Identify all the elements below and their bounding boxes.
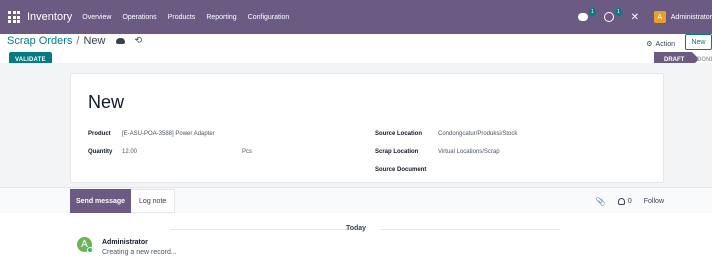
app-name[interactable]: Inventory (27, 11, 72, 23)
form-sheet-background: New Product [E-ASU-POA-3588] Power Adapt… (0, 63, 712, 188)
form-sheet: New Product [E-ASU-POA-3588] Power Adapt… (70, 73, 664, 183)
user-icon (617, 197, 625, 205)
source-document-label: Source Document (375, 167, 427, 173)
chatter-toolbar: Send message Log note 📎 0 Follow (70, 189, 664, 213)
menu-item-products[interactable]: Products (168, 14, 196, 21)
user-avatar[interactable]: A (653, 11, 666, 23)
menu-item-configuration[interactable]: Configuration (248, 14, 290, 21)
menu-item-overview[interactable]: Overview (82, 14, 111, 21)
message-author[interactable]: Administrator (102, 239, 148, 246)
menu-item-reporting[interactable]: Reporting (206, 14, 236, 21)
chatter-actions: 📎 0 Follow (596, 189, 664, 213)
main-menu: Overview Operations Products Reporting C… (82, 14, 289, 21)
save-cloud-icon[interactable] (115, 37, 125, 44)
breadcrumb-scrap-orders[interactable]: Scrap Orders (7, 35, 72, 47)
user-menu-name[interactable]: Administrator (671, 14, 712, 21)
action-menu-button[interactable]: ⚙ Action (646, 40, 675, 49)
log-note-button[interactable]: Log note (131, 189, 176, 213)
product-field: Product (88, 131, 111, 137)
followers-count: 0 (627, 197, 632, 205)
apps-menu-icon[interactable] (8, 11, 20, 23)
source-location-value-row: Condongcatur/Produksi/Stock (438, 131, 517, 137)
source-location-value[interactable]: Condongcatur/Produksi/Stock (438, 131, 517, 137)
activities-count-badge: 1 (614, 8, 622, 16)
quantity-label: Quantity (88, 149, 113, 155)
record-title: New (88, 92, 125, 112)
quantity-value-row: 12.00 (122, 149, 137, 155)
scrap-location-field: Scrap Location (375, 149, 418, 155)
action-label: Action (655, 40, 675, 48)
product-label: Product (88, 131, 111, 137)
quantity-field: Quantity (88, 149, 112, 155)
top-navbar: Inventory Overview Operations Products R… (0, 0, 712, 34)
source-document-field: Source Document (375, 167, 426, 173)
source-location-label: Source Location (375, 131, 423, 137)
send-message-button[interactable]: Send message (70, 189, 132, 213)
new-button[interactable]: New (685, 34, 712, 50)
breadcrumb-separator: / (76, 34, 80, 47)
breadcrumb-current: New (83, 34, 106, 47)
product-value[interactable]: [E-ASU-POA-3588] Power Adapter (122, 131, 215, 137)
messages-count-badge: 1 (588, 8, 596, 16)
source-location-field: Source Location (375, 131, 422, 137)
date-separator: Today (345, 225, 367, 232)
message-thread: Today A Administrator Creating a new rec… (0, 213, 712, 259)
discard-icon[interactable]: ⟲ (135, 35, 143, 46)
scrap-location-value[interactable]: Virtual Locations/Scrap (438, 149, 500, 155)
menu-item-operations[interactable]: Operations (122, 14, 156, 21)
quantity-value[interactable]: 12.00 (122, 149, 137, 155)
product-value-row: [E-ASU-POA-3588] Power Adapter (122, 131, 215, 137)
uom-row: Pcs (242, 149, 252, 155)
messaging-icon[interactable]: 1 (576, 8, 596, 24)
activities-icon[interactable]: 1 (602, 8, 622, 24)
message-body: Creating a new record... (102, 249, 177, 256)
followers-button[interactable]: 0 (617, 197, 632, 205)
paperclip-icon[interactable]: 📎 (596, 197, 606, 206)
follow-button[interactable]: Follow (644, 198, 664, 205)
scrap-location-label: Scrap Location (375, 149, 419, 155)
breadcrumb: Scrap Orders / New ⟲ (7, 34, 142, 47)
debug-tools-icon[interactable]: ✕ (628, 10, 642, 24)
uom-value[interactable]: Pcs (242, 149, 252, 155)
gear-icon: ⚙ (646, 41, 653, 48)
online-status-icon (87, 247, 93, 253)
systray: 1 1 ✕ A Administrator (576, 0, 712, 34)
scrap-location-value-row: Virtual Locations/Scrap (438, 149, 500, 155)
